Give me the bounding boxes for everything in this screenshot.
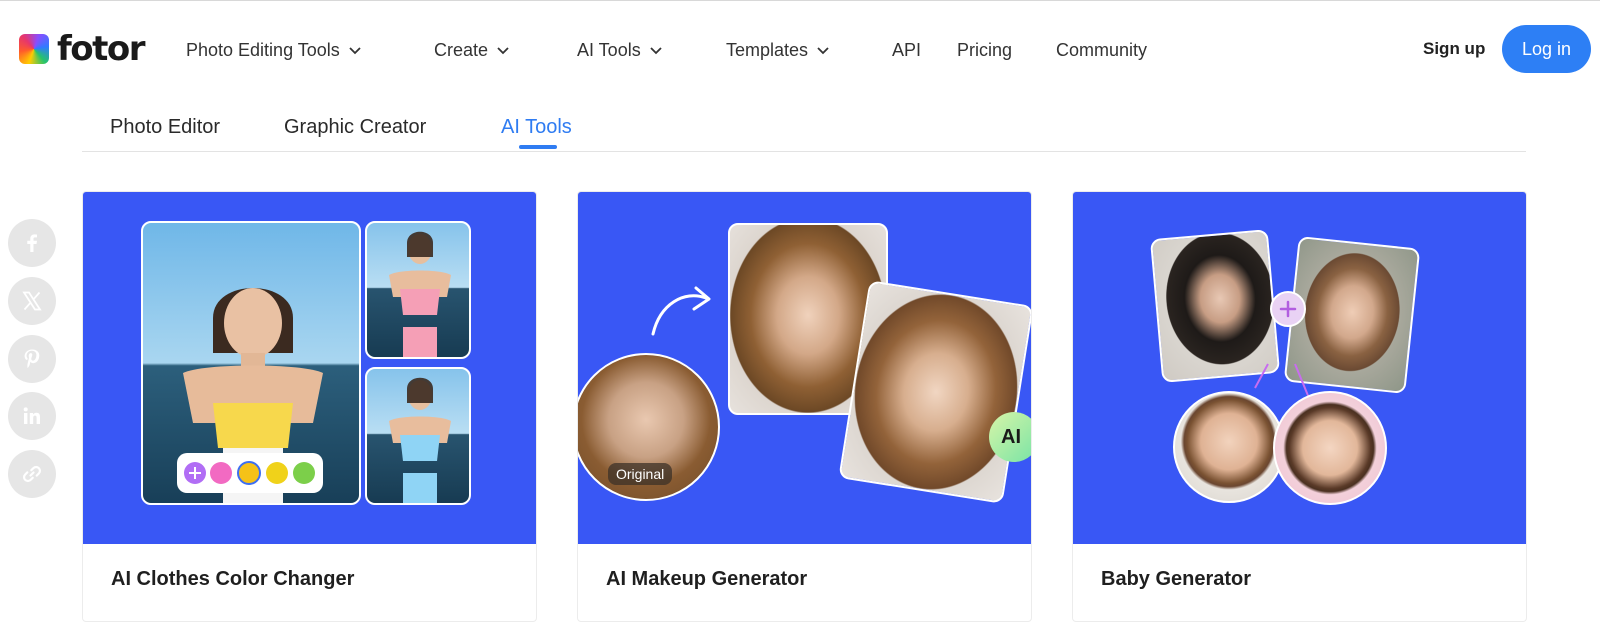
pinterest-icon [24, 349, 40, 368]
share-x-button[interactable] [8, 277, 56, 325]
x-icon [22, 291, 42, 311]
log-in-button[interactable]: Log in [1502, 25, 1591, 73]
variant-pink-photo [365, 221, 471, 359]
share-pinterest-button[interactable] [8, 335, 56, 383]
baby-boy-photo [1173, 391, 1285, 503]
card-image [1073, 192, 1526, 544]
tab-ai-tools[interactable]: AI Tools [501, 116, 572, 139]
original-badge: Original [608, 463, 673, 485]
card-title: Baby Generator [1101, 568, 1252, 590]
fotor-logo[interactable]: fotor [19, 29, 146, 69]
active-tab-indicator [519, 145, 557, 149]
share-link-button[interactable] [8, 450, 56, 498]
makeup-result-photo-2 [838, 280, 1031, 504]
chevron-down-icon [349, 47, 361, 55]
nav-label: Create [434, 39, 489, 60]
category-tabs: Photo Editor Graphic Creator AI Tools [82, 112, 1526, 152]
nav-pricing[interactable]: Pricing [957, 37, 1012, 63]
facebook-icon [27, 234, 37, 252]
share-linkedin-button[interactable] [8, 392, 56, 440]
fotor-logo-icon [19, 34, 49, 64]
nav-label: Community [1056, 39, 1148, 60]
tool-card-makeup-generator[interactable]: Original AI AI Makeup Generator [577, 191, 1032, 622]
card-image [83, 192, 536, 544]
tool-card-clothes-color-changer[interactable]: AI Clothes Color Changer [82, 191, 537, 622]
variant-blue-photo [365, 367, 471, 505]
chevron-down-icon [497, 47, 509, 55]
sign-up-link[interactable]: Sign up [1423, 39, 1485, 59]
original-face-photo: Original [578, 353, 720, 501]
nav-label: Pricing [957, 39, 1013, 60]
ai-badge: AI [989, 412, 1031, 462]
tool-card-baby-generator[interactable]: Baby Generator [1072, 191, 1527, 622]
card-title: AI Makeup Generator [606, 568, 808, 590]
link-icon [22, 465, 42, 483]
chevron-down-icon [650, 47, 662, 55]
nav-ai-tools[interactable]: AI Tools [577, 37, 663, 63]
linkedin-icon [23, 407, 40, 424]
tab-photo-editor[interactable]: Photo Editor [110, 116, 220, 139]
woman-blue-top [389, 377, 451, 503]
nav-community[interactable]: Community [1056, 37, 1147, 63]
nav-api[interactable]: API [892, 37, 921, 63]
nav-templates[interactable]: Templates [726, 37, 830, 63]
nav-label: Photo Editing Tools [186, 39, 340, 60]
woman-pink-top [389, 231, 451, 357]
nav-create[interactable]: Create [434, 37, 510, 63]
color-swatches [184, 461, 315, 485]
share-facebook-button[interactable] [8, 219, 56, 267]
nav-label: AI Tools [577, 39, 641, 60]
nav-photo-editing-tools[interactable]: Photo Editing Tools [186, 37, 362, 63]
chevron-down-icon [817, 47, 829, 55]
brand-name: fotor [57, 29, 146, 69]
card-image: Original AI [578, 192, 1031, 544]
nav-label: API [892, 39, 922, 60]
card-title: AI Clothes Color Changer [111, 568, 355, 590]
tab-graphic-creator[interactable]: Graphic Creator [284, 116, 426, 139]
baby-girl-photo [1273, 391, 1387, 505]
nav-label: Templates [726, 39, 809, 60]
site-header: fotor Photo Editing Tools Create AI Tool… [0, 0, 1600, 98]
color-swatch-bar [177, 453, 323, 493]
